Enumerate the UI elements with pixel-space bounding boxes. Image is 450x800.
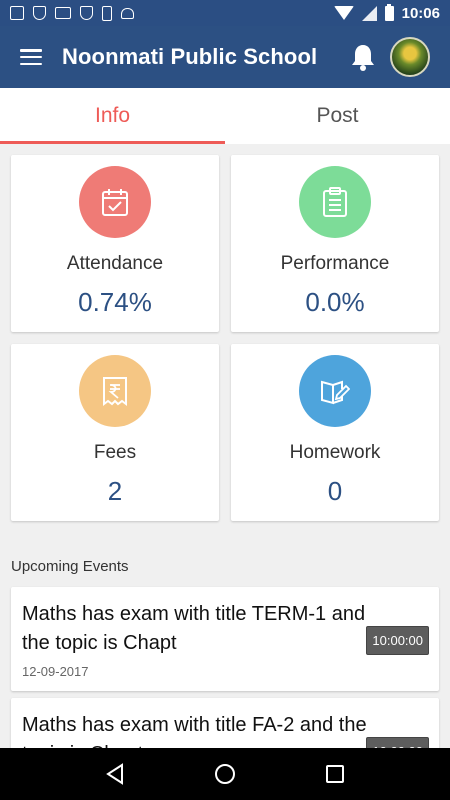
- event-time-badge: 10:00:00: [366, 626, 429, 655]
- performance-card[interactable]: Performance 0.0%: [231, 155, 439, 332]
- menu-icon[interactable]: [20, 49, 42, 65]
- calendar-check-icon: [79, 166, 151, 238]
- upcoming-events-heading: Upcoming Events: [11, 558, 129, 575]
- card-value: 0.74%: [78, 287, 152, 317]
- notification-icons: [10, 5, 134, 21]
- attendance-card[interactable]: Attendance 0.74%: [11, 155, 219, 332]
- back-icon[interactable]: [95, 754, 135, 794]
- tab-bar: Info Post: [0, 88, 450, 144]
- card-label: Fees: [93, 442, 137, 463]
- card-label: Performance: [280, 253, 390, 274]
- card-value: 2: [107, 476, 123, 506]
- status-time: 10:06: [401, 4, 440, 22]
- phone-notification-icon: [102, 5, 112, 21]
- rupee-receipt-icon: [79, 355, 151, 427]
- android-notification-icon: [121, 7, 134, 19]
- event-date: 12-09-2017: [22, 664, 89, 679]
- mail-notification-icon: [55, 7, 71, 19]
- event-title: Maths has exam with title TERM-1 and the…: [22, 603, 366, 654]
- image-notification-icon: [10, 6, 24, 20]
- battery-icon: [384, 3, 394, 21]
- fees-card[interactable]: Fees 2: [11, 344, 219, 521]
- homework-card[interactable]: Homework 0: [231, 344, 439, 521]
- shield-notification-icon: [33, 6, 46, 20]
- clipboard-icon: [299, 166, 371, 238]
- recents-icon[interactable]: [315, 754, 355, 794]
- shield-notification-icon-2: [80, 6, 93, 20]
- notification-bell-icon[interactable]: [350, 43, 376, 71]
- avatar[interactable]: [390, 37, 430, 77]
- card-value: 0.0%: [305, 287, 365, 317]
- card-label: Attendance: [66, 253, 164, 274]
- card-value: 0: [327, 476, 343, 506]
- home-icon[interactable]: [205, 754, 245, 794]
- book-edit-icon: [299, 355, 371, 427]
- app-title: Noonmati Public School: [62, 44, 318, 69]
- app-bar: Noonmati Public School: [0, 26, 450, 88]
- system-nav-bar: [0, 748, 450, 800]
- tab-info[interactable]: Info: [0, 88, 225, 144]
- signal-icon: [361, 5, 377, 21]
- summary-grid: Attendance 0.74% Performance 0.0% Fees 2…: [11, 155, 440, 521]
- card-label: Homework: [289, 442, 381, 463]
- status-bar: 10:06: [0, 0, 450, 26]
- tab-post[interactable]: Post: [225, 88, 450, 144]
- event-item[interactable]: Maths has exam with title TERM-1 and the…: [11, 587, 439, 691]
- wifi-icon: [333, 6, 354, 20]
